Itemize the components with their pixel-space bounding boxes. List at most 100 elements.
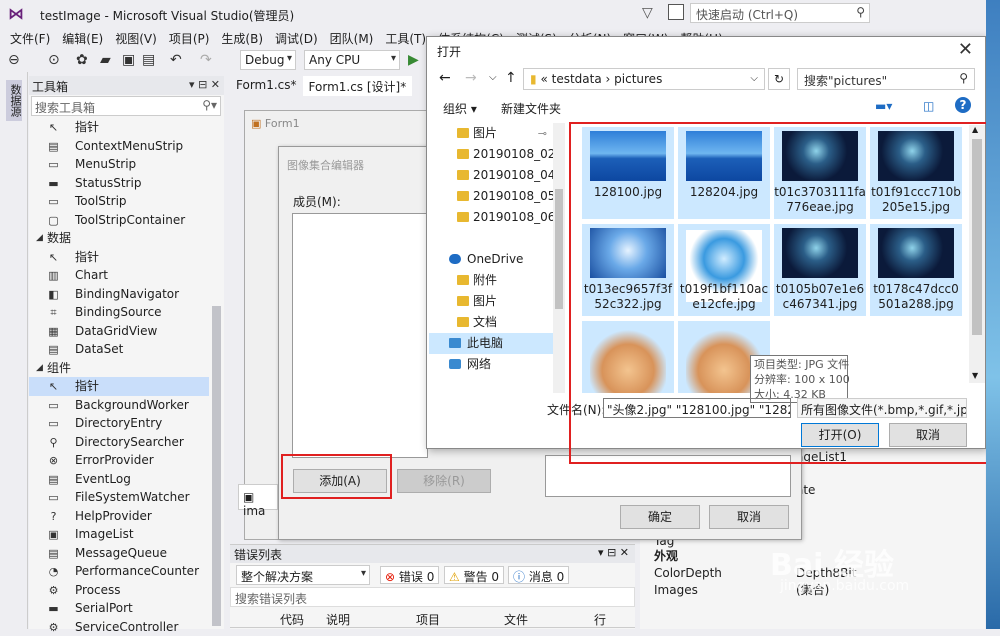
menu-item[interactable]: 调试(D) [269,28,324,48]
tree-item[interactable]: 此电脑 [429,333,553,354]
error-list-column-header[interactable]: 代码 [280,611,304,628]
error-list-column-header[interactable]: 行 [594,611,606,628]
help-icon[interactable]: ? [955,97,971,113]
back-icon[interactable]: ⊖ [8,50,20,70]
toolbox-item[interactable]: ▭ToolStrip [29,192,209,211]
errors-filter-button[interactable]: ⊗ 错误 0 [380,566,439,584]
quick-launch-input[interactable]: 快速启动 (Ctrl+Q) ⚲ [690,3,870,23]
tree-item[interactable] [429,228,553,249]
data-sources-tab[interactable]: 数据源 [6,80,22,121]
menu-item[interactable]: 项目(P) [163,28,216,48]
messages-filter-button[interactable]: ⓘ 消息 0 [508,566,569,584]
back-arrow-icon[interactable]: ← [439,70,451,86]
warnings-filter-button[interactable]: ⚠ 警告 0 [444,566,504,584]
error-list-column-header[interactable]: 说明 [326,611,350,628]
menu-item[interactable]: 生成(B) [215,28,269,48]
error-list-column-header[interactable]: 文件 [504,611,528,628]
tree-item[interactable]: 图片⊸ [429,123,553,144]
menu-item[interactable]: 编辑(E) [56,28,109,48]
tree-scrollbar[interactable] [553,123,565,393]
toolbox-group[interactable]: ◢组件 [29,359,209,378]
up-arrow-icon[interactable]: ↑ [505,70,517,86]
platform-select[interactable]: Any CPU [304,50,400,70]
toolbox-item[interactable]: ▤DataSet [29,340,209,359]
toolbox-item[interactable]: ▭MenuStrip [29,155,209,174]
toolbox-item[interactable]: ⚙Process [29,581,209,600]
feedback-flag-icon[interactable]: ▽ [642,5,653,21]
toolbox-item[interactable]: ▢ToolStripContainer [29,211,209,230]
toolbox-item[interactable]: ⊗ErrorProvider [29,451,209,470]
toolbox-item[interactable]: ▬SerialPort [29,599,209,618]
error-list-column-header[interactable]: 项目 [416,611,440,628]
organize-button[interactable]: 组织 ▾ [443,100,477,117]
members-list[interactable] [292,213,428,458]
tree-item[interactable]: 网络 [429,354,553,375]
toolbox-item[interactable]: ▭FileSystemWatcher [29,488,209,507]
toolbox-item[interactable]: ▤MessageQueue [29,544,209,563]
toolbox-item[interactable]: ?HelpProvider [29,507,209,526]
new-folder-button[interactable]: 新建文件夹 [501,100,561,117]
tree-scroll-thumb[interactable] [555,189,563,309]
dialog-search-input[interactable]: 搜索"pictures" ⚲ [797,68,975,90]
start-icon[interactable]: ▶ [408,50,419,70]
toolbox-scrollbar[interactable] [212,306,221,626]
tree-item[interactable]: OneDrive [429,249,553,270]
remove-button[interactable]: 移除(R) [397,469,491,493]
tree-item[interactable]: 附件 [429,270,553,291]
view-options-icon[interactable]: ▬▾ [875,99,892,113]
toolbox-item[interactable]: ▭DirectoryEntry [29,414,209,433]
menu-item[interactable]: 工具(T) [379,28,432,48]
address-part-pictures[interactable]: pictures [614,72,662,86]
menu-item[interactable]: 视图(V) [109,28,163,48]
tree-item[interactable]: 20190108_06_A [429,207,553,228]
account-icon[interactable] [668,4,684,20]
toolbox-item[interactable]: ▭BackgroundWorker [29,396,209,415]
toolbox-item[interactable]: ▣ImageList [29,525,209,544]
chevron-down-icon[interactable]: ⌵ [750,73,758,84]
close-icon[interactable]: ✕ [958,39,973,60]
ok-button[interactable]: 确定 [620,505,700,529]
tree-item[interactable]: 20190108_04_文 [429,165,553,186]
panel-controls[interactable]: ▾ ⊟ ✕ [598,546,629,559]
chevron-down-icon[interactable]: ⌵ [489,72,497,83]
toolbox-item[interactable]: ▤EventLog [29,470,209,489]
cancel-button[interactable]: 取消 [709,505,789,529]
open-folder-icon[interactable]: ▰ [100,50,111,70]
document-tab[interactable]: Form1.cs [设计]* [303,76,413,96]
toolbox-item[interactable]: ▦DataGridView [29,322,209,341]
toolbox-item[interactable]: ▥Chart [29,266,209,285]
forward-icon[interactable]: ⊙ [48,50,60,70]
error-scope-select[interactable]: 整个解决方案 [236,565,370,585]
save-icon[interactable]: ▣ [122,50,135,70]
tree-item[interactable]: 图片 [429,291,553,312]
address-bar[interactable]: ▮ « testdata › pictures ⌵ [523,68,765,90]
preview-pane-icon[interactable]: ◫ [923,99,934,113]
toolbox-item[interactable]: ↖指针 [29,377,209,396]
redo-icon[interactable]: ↷ [200,50,212,70]
document-tab[interactable]: Form1.cs* [230,76,303,96]
toolbox-item[interactable]: ⚙ServiceController [29,618,209,636]
panel-controls[interactable]: ▾ ⊟ ✕ [189,78,220,91]
error-list-search-input[interactable]: 搜索错误列表 [230,587,635,607]
configuration-select[interactable]: Debug [240,50,296,70]
address-part-testdata[interactable]: testdata [552,72,602,86]
save-all-icon[interactable]: ▤ [142,50,155,70]
tree-item[interactable]: 20190108_05_( [429,186,553,207]
tree-item[interactable]: 20190108_02_C [429,144,553,165]
toolbox-item[interactable]: ◧BindingNavigator [29,285,209,304]
tree-item[interactable]: 文档 [429,312,553,333]
toolbox-search-input[interactable]: 搜索工具箱 ⚲▾ [31,96,221,116]
forward-arrow-icon[interactable]: → [465,70,477,86]
undo-icon[interactable]: ↶ [170,50,182,70]
toolbox-item[interactable]: ▬StatusStrip [29,174,209,193]
new-project-icon[interactable]: ✿ [76,50,88,70]
toolbox-group[interactable]: ◢数据 [29,229,209,248]
menu-item[interactable]: 团队(M) [324,28,380,48]
toolbox-item[interactable]: ▤ContextMenuStrip [29,137,209,156]
refresh-icon[interactable]: ↻ [768,68,790,90]
menu-item[interactable]: 文件(F) [4,28,56,48]
toolbox-item[interactable]: ⚲DirectorySearcher [29,433,209,452]
toolbox-item[interactable]: ◔PerformanceCounter [29,562,209,581]
toolbox-item[interactable]: ⌗BindingSource [29,303,209,322]
toolbox-item[interactable]: ↖指针 [29,118,209,137]
